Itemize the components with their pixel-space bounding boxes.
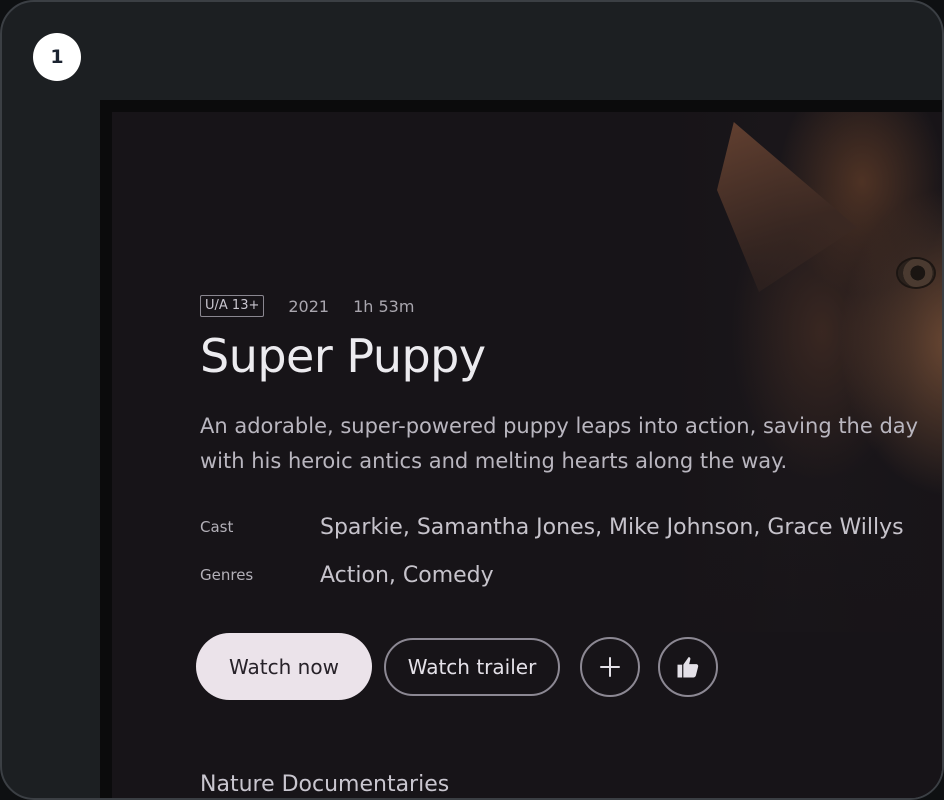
genres-row: Genres Action, Comedy (200, 551, 942, 599)
cast-label: Cast (200, 518, 234, 536)
show-title: Super Puppy (200, 329, 486, 383)
watch-now-button[interactable]: Watch now (196, 633, 372, 700)
watch-trailer-button[interactable]: Watch trailer (384, 637, 560, 696)
show-description: An adorable, super-powered puppy leaps i… (200, 414, 919, 473)
meta-row: U/A 13+ 2021 1h 53m (200, 294, 942, 318)
section-title-nature-documentaries: Nature Documentaries (200, 772, 450, 797)
age-rating-badge: U/A 13+ (200, 295, 265, 317)
info-grid: Cast Sparkie, Samantha Jones, Mike Johns… (200, 503, 942, 599)
plus-icon (600, 656, 620, 677)
tv-screen: U/A 13+ 2021 1h 53m Super Puppy An adora… (112, 112, 942, 798)
genres-label: Genres (200, 566, 254, 584)
add-to-list-button[interactable] (580, 636, 640, 697)
show-details: U/A 13+ 2021 1h 53m Super Puppy An adora… (200, 294, 942, 599)
cast-row: Cast Sparkie, Samantha Jones, Mike Johns… (200, 503, 942, 551)
step-number-badge: 1 (33, 33, 81, 81)
cast-value: Sparkie, Samantha Jones, Mike Johnson, G… (320, 514, 904, 540)
thumbs-up-icon (677, 656, 699, 677)
action-buttons: Watch now Watch trailer (196, 633, 718, 700)
genres-value: Action, Comedy (320, 562, 494, 588)
hero-image-eye (898, 259, 934, 287)
like-button[interactable] (658, 636, 718, 697)
duration: 1h 53m (353, 296, 415, 316)
tv-device-frame: 1 U/A 13+ 2021 1h 53m Super Puppy An ado… (0, 0, 944, 800)
release-year: 2021 (288, 296, 330, 316)
